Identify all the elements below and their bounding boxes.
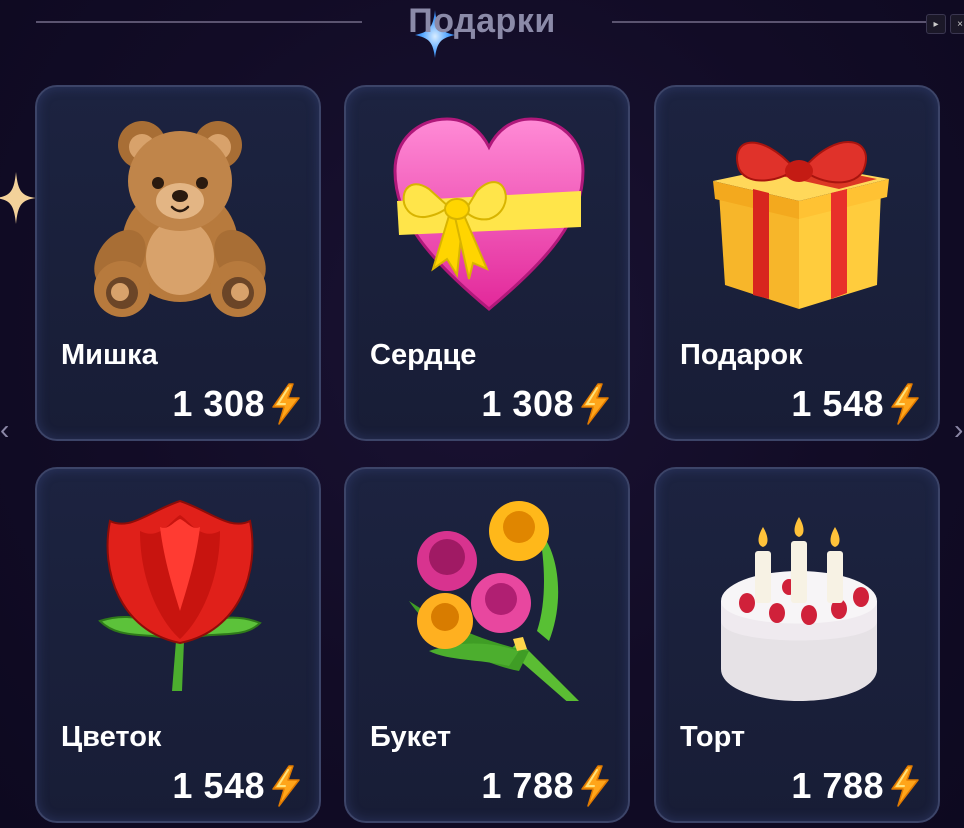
gift-card-rose[interactable]: Цветок 1 548 (35, 467, 321, 823)
gift-price: 1 308 (481, 383, 574, 424)
price-row: 1 548 (791, 382, 922, 426)
birthday-cake-icon (721, 517, 877, 701)
gift-card-bouquet[interactable]: Букет 1 788 (344, 467, 630, 823)
play-button[interactable]: ▸ (926, 14, 946, 34)
gift-card-cake[interactable]: Торт 1 788 (654, 467, 940, 823)
price-row: 1 308 (481, 382, 612, 426)
next-arrow-icon[interactable]: › (954, 416, 963, 444)
bouquet-icon (409, 501, 579, 701)
lightning-icon (888, 383, 922, 425)
gift-name: Цветок (61, 721, 162, 753)
gift-name: Подарок (680, 339, 803, 371)
price-row: 1 308 (172, 382, 303, 426)
prev-arrow-icon[interactable]: ‹ (0, 416, 9, 444)
lightning-icon (578, 383, 612, 425)
gift-price: 1 548 (172, 765, 265, 806)
gift-name: Торт (680, 721, 746, 753)
close-button[interactable]: × (950, 14, 964, 34)
gift-name: Букет (370, 721, 452, 753)
teddy-bear-icon (94, 121, 266, 317)
price-row: 1 548 (172, 764, 303, 808)
lightning-icon (269, 383, 303, 425)
sparkle-icon (0, 172, 36, 224)
gift-name: Сердце (370, 339, 477, 371)
gift-name: Мишка (61, 339, 158, 371)
gift-price: 1 788 (791, 765, 884, 806)
page-title: Подарки (408, 2, 556, 40)
gift-price: 1 308 (172, 383, 265, 424)
price-row: 1 788 (481, 764, 612, 808)
close-icon: × (957, 18, 963, 30)
header: Подарки ▸ × (0, 0, 964, 58)
price-row: 1 788 (791, 764, 922, 808)
gift-price: 1 788 (481, 765, 574, 806)
gift-price: 1 548 (791, 383, 884, 424)
heart-with-ribbon-icon (393, 117, 585, 311)
lightning-icon (578, 765, 612, 807)
rose-icon (98, 499, 262, 691)
gift-card-present[interactable]: Подарок 1 548 (654, 85, 940, 441)
gift-card-teddy[interactable]: Мишка 1 308 (35, 85, 321, 441)
gift-card-heart[interactable]: Сердце 1 308 (344, 85, 630, 441)
wrapped-gift-icon (713, 141, 889, 309)
lightning-icon (888, 765, 922, 807)
play-icon: ▸ (933, 18, 939, 30)
lightning-icon (269, 765, 303, 807)
